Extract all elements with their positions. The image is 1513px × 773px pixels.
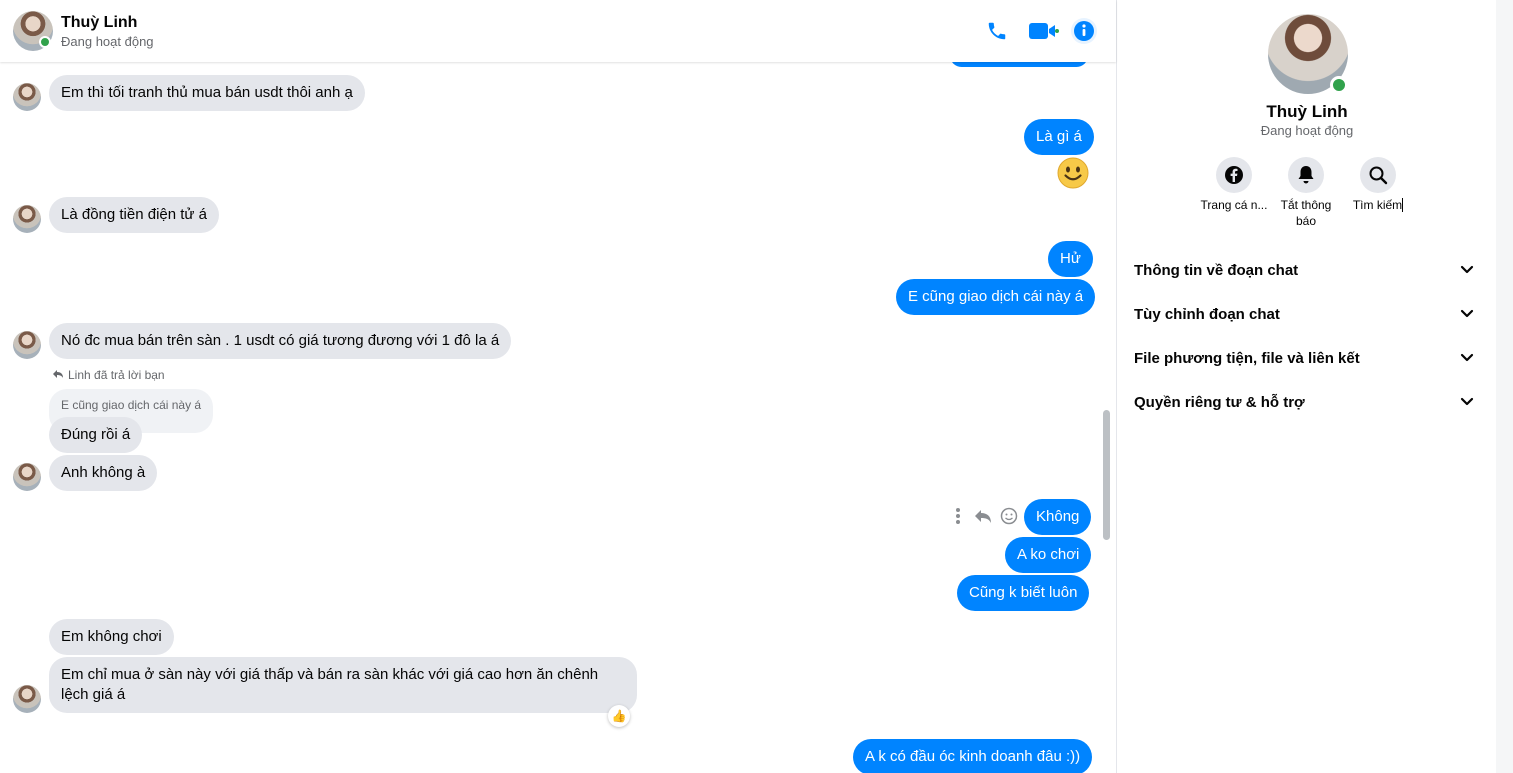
contact-avatar-small [13, 205, 41, 233]
reply-arrow-icon [52, 368, 64, 382]
contact-status: Đang hoạt động [61, 34, 154, 49]
chevron-down-icon [1460, 306, 1474, 323]
contact-avatar-small [13, 685, 41, 713]
online-indicator [1330, 76, 1348, 94]
message-outgoing[interactable]: Không [1024, 499, 1092, 535]
section-customize-chat[interactable]: Tùy chỉnh đoạn chat [1134, 296, 1474, 332]
profile-status: Đang hoạt động [1260, 123, 1354, 138]
bell-icon[interactable] [1288, 157, 1324, 193]
section-label: Tùy chỉnh đoạn chat [1134, 305, 1280, 323]
message-incoming[interactable]: Là đồng tiền điện tử á [49, 197, 219, 233]
section-chat-info[interactable]: Thông tin về đoạn chat [1134, 252, 1474, 288]
more-options-icon[interactable] [950, 506, 966, 531]
message-incoming[interactable]: Em không chơi [49, 619, 174, 655]
action-label: Tìm kiếm [1352, 198, 1404, 212]
profile-name: Thuỳ Linh [1266, 102, 1348, 121]
chat-header: Thuỳ Linh Đang hoạt động [0, 0, 1116, 62]
message-outgoing[interactable]: Cũng k biết luôn [957, 575, 1090, 611]
contact-name[interactable]: Thuỳ Linh [61, 14, 137, 32]
action-label: Trang cá n... [1200, 198, 1268, 212]
message-incoming[interactable]: Nó đc mua bán trên sàn . 1 usdt có giá t… [49, 323, 512, 359]
section-label: Thông tin về đoạn chat [1134, 261, 1299, 279]
search-action[interactable]: Tìm kiếm [1338, 157, 1418, 213]
chat-column: Thuỳ Linh Đang hoạt động Em thì tối tran… [0, 0, 1117, 773]
message-outgoing[interactable]: Là gì á [1024, 119, 1094, 155]
mute-action[interactable]: Tắt thông báo [1266, 157, 1346, 229]
react-emoji-icon[interactable] [1000, 507, 1018, 530]
section-label: File phương tiện, file và liên kết [1134, 349, 1360, 367]
online-indicator [39, 36, 51, 48]
profile-action[interactable]: Trang cá n... [1194, 157, 1274, 213]
messenger-window: Thuỳ Linh Đang hoạt động Em thì tối tran… [0, 0, 1513, 773]
message-outgoing[interactable]: E cũng giao dịch cái này á [896, 279, 1096, 315]
info-icon[interactable] [1069, 16, 1099, 46]
reply-note-text: Linh đã trả lời bạn [68, 368, 165, 382]
section-privacy-support[interactable]: Quyền riêng tư & hỗ trợ [1134, 384, 1474, 420]
contact-avatar-small [13, 331, 41, 359]
chat-scrollbar[interactable] [1103, 410, 1110, 540]
message-incoming[interactable]: Anh không à [49, 455, 158, 491]
message-outgoing[interactable]: A k có đầu óc kinh doanh đâu :)) [853, 739, 1093, 773]
action-label: Tắt thông báo [1280, 198, 1332, 228]
smiley-emoji-icon[interactable] [1057, 157, 1089, 189]
contact-avatar-small [13, 83, 41, 111]
section-media-files-links[interactable]: File phương tiện, file và liên kết [1134, 340, 1474, 376]
chevron-down-icon [1460, 394, 1474, 411]
video-camera-icon[interactable] [1025, 16, 1061, 46]
facebook-icon[interactable] [1216, 157, 1252, 193]
contact-avatar-small [13, 463, 41, 491]
reply-icon[interactable] [974, 508, 992, 529]
reaction-badge[interactable]: 👍 [608, 705, 630, 727]
message-incoming[interactable]: Đúng rồi á [49, 417, 143, 453]
search-icon[interactable] [1360, 157, 1396, 193]
message-actions [950, 506, 1018, 531]
chevron-down-icon [1460, 350, 1474, 367]
message-outgoing[interactable]: A ko chơi [1005, 537, 1092, 573]
message-outgoing[interactable]: Hử [1048, 241, 1093, 277]
conversation-info-panel: Thuỳ Linh Đang hoạt động Trang cá n... T… [1118, 0, 1496, 773]
message-incoming[interactable]: Em thì tối tranh thủ mua bán usdt thôi a… [49, 75, 365, 111]
message-incoming[interactable]: Em chỉ mua ở sàn này với giá thấp và bán… [49, 657, 637, 713]
panel-scrollbar[interactable] [1496, 0, 1513, 773]
reply-note: Linh đã trả lời bạn [52, 368, 165, 382]
section-label: Quyền riêng tư & hỗ trợ [1134, 393, 1305, 411]
phone-icon[interactable] [982, 16, 1012, 46]
chevron-down-icon [1460, 262, 1474, 279]
